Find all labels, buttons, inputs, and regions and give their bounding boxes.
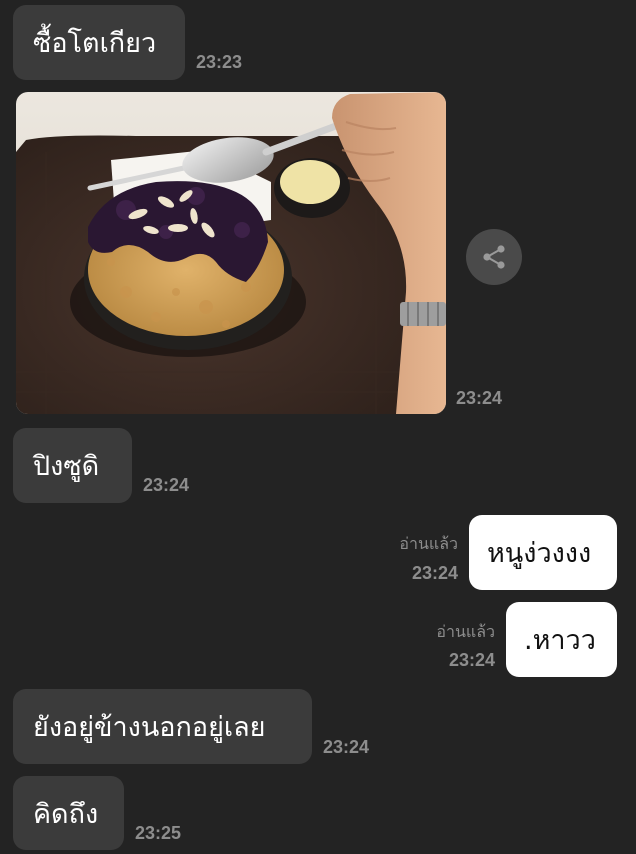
message-timestamp: 23:24	[143, 475, 190, 495]
food-photo	[16, 92, 446, 414]
message-bubble[interactable]: ยังอยู่ข้างนอกอยู่เลย	[13, 689, 312, 764]
photo-message[interactable]	[16, 92, 446, 414]
message-timestamp: 23:24	[323, 737, 370, 757]
message-bubble[interactable]: ปิงซูดิ	[13, 428, 132, 503]
share-button[interactable]	[466, 229, 522, 285]
message-timestamp: 23:25	[135, 823, 182, 843]
message-text: คิดถึง	[33, 798, 99, 830]
message-text: .หาวว	[524, 625, 596, 656]
read-receipt: อ่านแล้ว	[399, 534, 458, 553]
message-bubble[interactable]: .หาวว	[506, 602, 617, 677]
message-text: ซื้อโตเกียว	[33, 28, 157, 59]
message-text: ยังอยู่ข้างนอกอยู่เลย	[33, 712, 266, 743]
message-text: ปิงซูดิ	[33, 451, 100, 482]
message-text: หนูง่วงงง	[487, 538, 592, 569]
message-timestamp: 23:24	[411, 563, 458, 583]
message-timestamp: 23:23	[196, 52, 243, 72]
message-timestamp: 23:24	[456, 388, 503, 408]
message-timestamp: 23:24	[448, 650, 495, 670]
read-receipt: อ่านแล้ว	[436, 622, 495, 641]
message-bubble[interactable]: ซื้อโตเกียว	[13, 5, 185, 80]
share-icon	[483, 245, 505, 269]
message-bubble[interactable]: หนูง่วงงง	[469, 515, 617, 590]
message-bubble[interactable]: คิดถึง	[13, 776, 124, 850]
